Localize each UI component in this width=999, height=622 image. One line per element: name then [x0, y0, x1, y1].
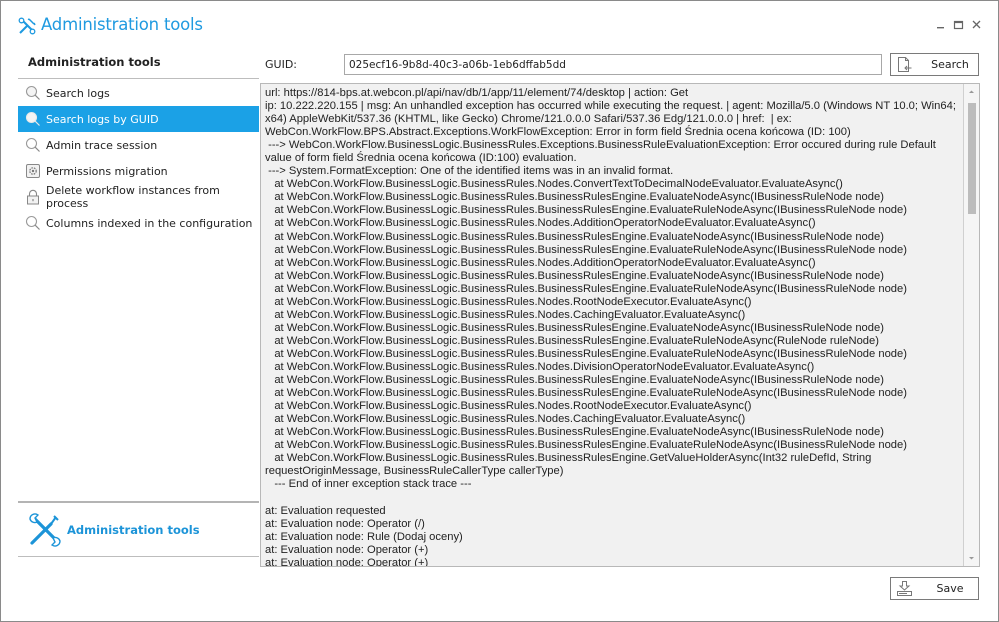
- sidebar-item-label: Admin trace session: [46, 138, 158, 152]
- tools-icon: [27, 512, 63, 548]
- sidebar-header: Administration tools: [28, 55, 161, 69]
- scroll-up-arrow-icon[interactable]: [964, 84, 979, 100]
- lock-icon: [25, 189, 41, 205]
- search-icon: [25, 85, 41, 101]
- save-download-icon: [896, 580, 913, 597]
- gear-icon: [25, 163, 41, 179]
- close-button[interactable]: [970, 18, 984, 32]
- sidebar-nav: Search logs Search logs by GUID Admin tr…: [18, 80, 259, 236]
- search-button[interactable]: Search: [890, 53, 979, 76]
- sidebar-item-label: Columns indexed in the configuration: [46, 216, 253, 230]
- search-icon: [25, 137, 41, 153]
- sidebar-item-delete-workflow-instances[interactable]: Delete workflow instances from process: [18, 184, 259, 210]
- document-search-icon: [896, 56, 913, 73]
- title-bar: Administration tools: [1, 1, 998, 49]
- save-button-label: Save: [936, 582, 964, 595]
- search-button-label: Search: [931, 58, 969, 71]
- sidebar-divider: [18, 501, 259, 503]
- search-icon: [25, 111, 41, 127]
- sidebar-divider: [18, 78, 259, 79]
- maximize-button[interactable]: [952, 18, 966, 32]
- tools-icon: [18, 17, 36, 35]
- brand-label: Administration tools: [67, 523, 200, 537]
- sidebar-item-search-logs[interactable]: Search logs: [18, 80, 259, 106]
- log-scrollbar[interactable]: [963, 84, 979, 566]
- sidebar-item-label: Search logs: [46, 86, 110, 100]
- sidebar-brand: Administration tools: [26, 512, 256, 552]
- sidebar: Administration tools Search logs Search …: [18, 49, 259, 559]
- scroll-down-arrow-icon[interactable]: [964, 550, 979, 566]
- admin-tools-window: Administration tools Administration tool…: [0, 0, 999, 622]
- sidebar-item-admin-trace-session[interactable]: Admin trace session: [18, 132, 259, 158]
- sidebar-item-label: Permissions migration: [46, 164, 168, 178]
- sidebar-item-search-logs-by-guid[interactable]: Search logs by GUID: [18, 106, 259, 132]
- sidebar-divider: [18, 556, 259, 557]
- save-button[interactable]: Save: [890, 577, 979, 600]
- sidebar-item-permissions-migration[interactable]: Permissions migration: [18, 158, 259, 184]
- sidebar-item-label: Delete workflow instances from process: [46, 184, 220, 210]
- scrollbar-thumb[interactable]: [968, 103, 976, 214]
- minimize-button[interactable]: [934, 18, 948, 32]
- window-title: Administration tools: [41, 15, 203, 34]
- log-text: url: https://814-bps.at.webcon.pl/api/na…: [265, 87, 956, 567]
- guid-label: GUID:: [265, 58, 297, 71]
- search-icon: [25, 215, 41, 231]
- log-output[interactable]: url: https://814-bps.at.webcon.pl/api/na…: [260, 83, 980, 567]
- sidebar-item-label: Search logs by GUID: [46, 112, 159, 126]
- guid-input[interactable]: [344, 54, 882, 75]
- sidebar-item-columns-indexed[interactable]: Columns indexed in the configuration: [18, 210, 259, 236]
